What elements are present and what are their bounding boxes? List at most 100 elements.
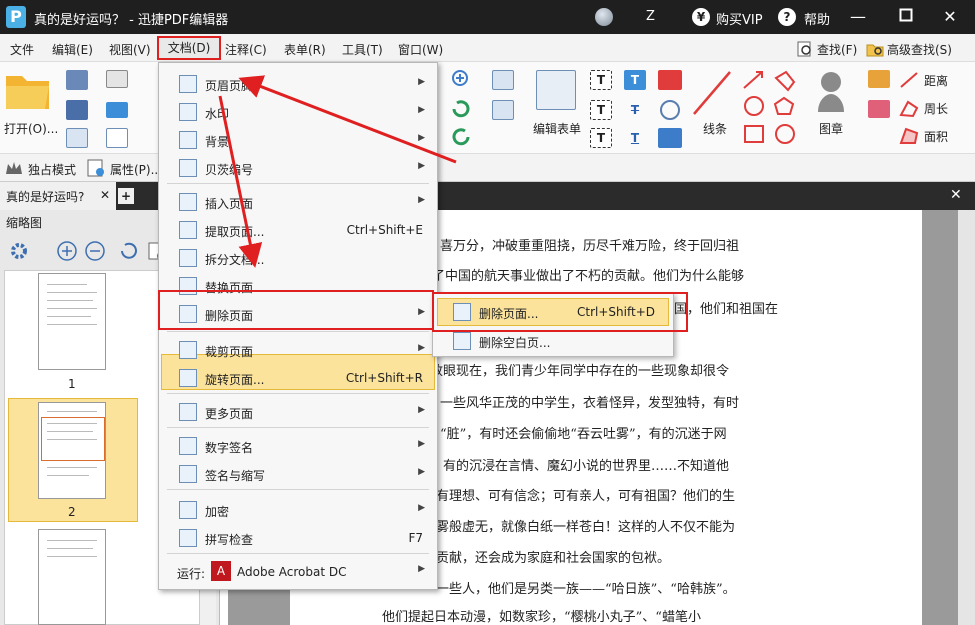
rotate-left-icon[interactable]	[450, 98, 472, 120]
help-icon[interactable]: ?	[778, 8, 796, 26]
settings-gear-icon[interactable]	[8, 240, 30, 262]
strikeout-icon[interactable]: T	[624, 100, 646, 120]
shape-tools-icon[interactable]	[740, 68, 800, 148]
perimeter-button[interactable]: 周长	[924, 100, 948, 117]
menu-edit[interactable]: 编辑(E)	[52, 41, 93, 58]
user-avatar-icon[interactable]	[595, 8, 613, 26]
menu-document[interactable]: 文档(D)	[157, 36, 221, 60]
stamp-icon[interactable]	[814, 68, 848, 116]
stamp-button[interactable]: 图章	[819, 120, 843, 137]
buy-vip-button[interactable]: 购买VIP	[716, 9, 763, 28]
menu-item-icon	[179, 529, 197, 547]
doc-line-4: 放眼现在，我们青少年同学中存在的一些现象却很令	[430, 364, 730, 379]
document-menu-item[interactable]: 提取页面... Ctrl+Shift+E	[159, 217, 437, 243]
help-button[interactable]: 帮助	[804, 9, 830, 28]
close-window-button[interactable]: ✕	[940, 7, 960, 27]
minimize-button[interactable]: —	[848, 7, 868, 27]
document-menu-item[interactable]: 签名与缩写 ▶	[159, 461, 437, 487]
underline-icon[interactable]: T	[624, 128, 646, 148]
menu-window[interactable]: 窗口(W)	[398, 41, 443, 58]
document-menu-item[interactable]: 水印 ▶	[159, 99, 437, 125]
menu-view[interactable]: 视图(V)	[109, 41, 151, 58]
email-icon[interactable]	[106, 70, 128, 88]
menu-comment[interactable]: 注释(C)	[225, 41, 267, 58]
line-tool-icon[interactable]	[690, 68, 734, 118]
find-label: 查找(F)	[817, 42, 858, 57]
select-object-icon[interactable]	[492, 100, 514, 120]
cloud-icon[interactable]	[106, 102, 128, 118]
menu-item-label: 旋转页面...	[205, 373, 265, 387]
find-icon	[797, 41, 811, 57]
select-text-icon[interactable]	[492, 70, 514, 90]
text-box-icon[interactable]: T	[590, 100, 612, 120]
document-menu-item[interactable]: 更多页面 ▶	[159, 399, 437, 425]
page-thumbnail-1[interactable]	[38, 273, 106, 370]
note-icon[interactable]	[658, 70, 682, 90]
zoom-out-thumb-icon[interactable]	[84, 240, 106, 262]
rotate-right-icon[interactable]	[450, 126, 472, 148]
document-menu-item[interactable]: 拼写检查 F7	[159, 525, 437, 551]
submenu-arrow-icon: ▶	[418, 405, 425, 415]
print-icon[interactable]	[66, 100, 88, 120]
edit-form-button[interactable]: 编辑表单	[533, 120, 581, 137]
yen-icon[interactable]: ¥	[692, 8, 710, 26]
submenu-arrow-icon: ▶	[418, 77, 425, 87]
menu-item-icon	[179, 437, 197, 455]
document-menu-item[interactable]: 加密 ▶	[159, 497, 437, 523]
user-name[interactable]: Z	[646, 9, 655, 24]
document-menu-item[interactable]: 拆分文档...	[159, 245, 437, 271]
menu-item-label: 插入页面	[205, 197, 254, 211]
run-external-app[interactable]: 运行: A Adobe Acrobat DC ▶	[159, 558, 437, 584]
document-tab[interactable]: 真的是好运吗? ✕	[0, 182, 116, 210]
document-icon[interactable]	[66, 128, 88, 148]
callout-icon[interactable]: T	[590, 128, 612, 148]
zoom-in-icon[interactable]	[450, 68, 474, 92]
distance-button[interactable]: 距离	[924, 72, 948, 89]
doc-line-1: 喜万分，冲破重重阻挠，历尽千难万险，终于回归祖	[440, 239, 740, 254]
properties-button[interactable]: 属性(P)...	[110, 161, 162, 178]
advanced-find-button[interactable]: 高级查找(S)	[866, 38, 952, 60]
document-menu-item[interactable]: 背景 ▶	[159, 127, 437, 153]
document-menu-item[interactable]: 插入页面 ▶	[159, 189, 437, 215]
pencil-icon[interactable]	[868, 70, 890, 88]
sound-icon[interactable]	[658, 128, 682, 148]
document-menu-item[interactable]: 数字签名 ▶	[159, 433, 437, 459]
menu-tools[interactable]: 工具(T)	[342, 41, 383, 58]
close-tab-icon[interactable]: ✕	[100, 188, 110, 202]
new-page-icon[interactable]	[106, 128, 128, 148]
folder-search-icon	[866, 44, 884, 57]
vertical-scrollbar[interactable]	[958, 210, 975, 625]
document-menu-item[interactable]: 旋转页面... Ctrl+Shift+R	[159, 365, 437, 391]
document-menu-item[interactable]: 裁剪页面 ▶	[159, 337, 437, 363]
edit-form-icon[interactable]	[536, 70, 576, 110]
attach-icon[interactable]	[660, 100, 680, 120]
lines-button[interactable]: 线条	[703, 120, 727, 137]
maximize-button[interactable]	[896, 7, 916, 27]
page-thumbnail-2[interactable]	[38, 402, 106, 499]
document-tab-bar: 真的是好运吗? ✕ + ✕	[0, 182, 975, 210]
page-thumbnail-3[interactable]	[38, 529, 106, 625]
rotate-thumb-icon[interactable]	[118, 240, 140, 262]
menu-separator	[167, 393, 429, 394]
find-button[interactable]: 查找(F)	[796, 38, 857, 60]
menu-file[interactable]: 文件	[10, 41, 34, 58]
open-folder-icon[interactable]	[4, 70, 52, 112]
exclusive-mode-button[interactable]: 独占模式	[28, 161, 76, 178]
eraser-icon[interactable]	[868, 100, 890, 118]
save-icon[interactable]	[66, 70, 88, 90]
menu-form[interactable]: 表单(R)	[284, 41, 326, 58]
app-logo-icon: P	[6, 6, 26, 28]
document-menu-item[interactable]: 页眉页脚 ▶	[159, 71, 437, 97]
zoom-in-thumb-icon[interactable]	[56, 240, 78, 262]
menu-item-label: 提取页面...	[205, 225, 265, 239]
document-menu-item[interactable]: 贝茨编号 ▶	[159, 155, 437, 181]
close-all-icon[interactable]: ✕	[950, 187, 962, 203]
area-button[interactable]: 面积	[924, 128, 948, 145]
typewriter-icon[interactable]: T	[624, 70, 646, 90]
area-icon	[899, 127, 919, 144]
doc-line-11: 一些人，他们是另类一族——“哈日族”、“哈韩族”。	[436, 582, 736, 597]
new-tab-button[interactable]: +	[118, 188, 134, 204]
menu-item-icon	[179, 159, 197, 177]
open-button[interactable]: 打开(O)...	[4, 120, 58, 137]
text-field-icon[interactable]: T	[590, 70, 612, 90]
